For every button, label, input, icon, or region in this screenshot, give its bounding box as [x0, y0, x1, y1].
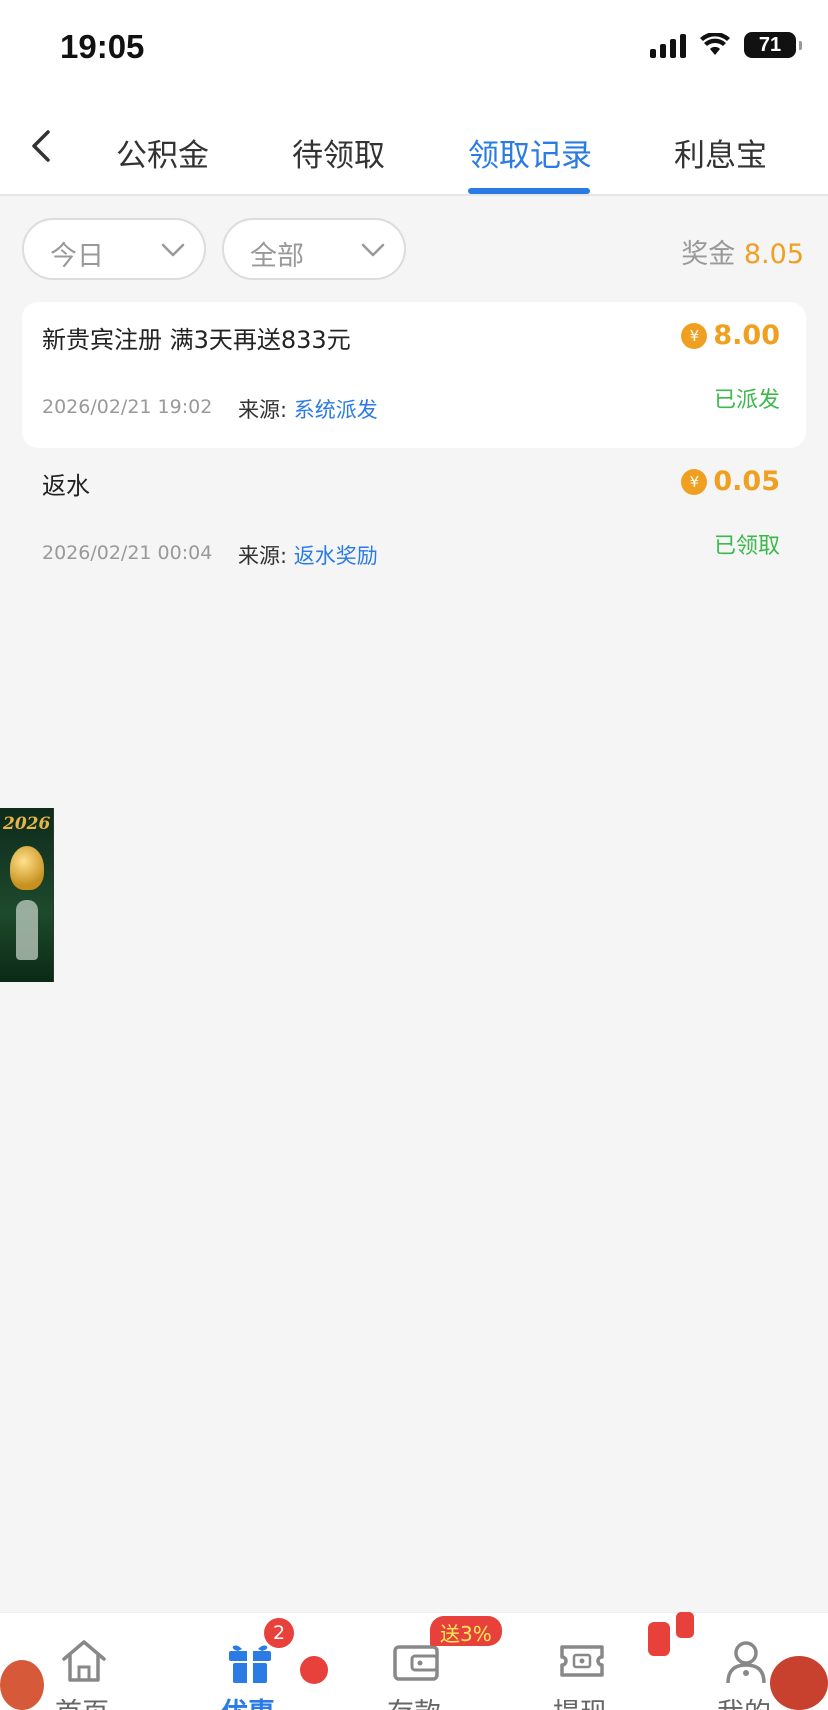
bottom-navigation: 首页 优惠 存款 提现 我的	[0, 1612, 828, 1710]
type-filter-dropdown[interactable]: 全部	[222, 218, 406, 280]
battery-icon: 71	[744, 32, 802, 58]
wifi-icon	[700, 33, 730, 55]
record-amount: ¥ 8.00	[681, 320, 780, 351]
nav-label: 优惠	[188, 1691, 308, 1710]
record-source: 来源: 返水奖励	[238, 540, 378, 570]
player-figure	[16, 900, 38, 960]
type-filter-value: 全部	[250, 241, 304, 272]
source-link[interactable]: 系统派发	[294, 398, 378, 422]
status-badge: 已领取	[713, 534, 780, 559]
coin-icon: ¥	[681, 322, 708, 349]
record-time: 2026/02/21 19:02	[42, 396, 213, 418]
lantern-decoration	[300, 1656, 328, 1684]
status-time: 19:05	[60, 28, 145, 65]
source-link[interactable]: 返水奖励	[294, 544, 378, 568]
chevron-down-icon	[361, 243, 385, 257]
tab-interest-treasure[interactable]: 利息宝	[674, 130, 767, 175]
nav-label: 提现	[520, 1691, 640, 1710]
status-badge: 已派发	[713, 388, 780, 413]
bonus-total: 奖金 8.05	[681, 232, 804, 271]
record-tabs: 公积金 待领取 领取记录 利息宝	[0, 100, 828, 196]
coin-icon: ¥	[681, 468, 708, 495]
record-time: 2026/02/21 00:04	[42, 542, 213, 564]
withdraw-icon	[560, 1645, 604, 1677]
record-item: 新贵宾注册 满3天再送833元 ¥ 8.00 2026/02/21 19:02 …	[22, 302, 806, 448]
bonus-value: 8.05	[743, 239, 804, 270]
date-filter-dropdown[interactable]: 今日	[22, 218, 206, 280]
tab-pending-claim[interactable]: 待领取	[292, 130, 385, 175]
record-item: 返水 ¥ 0.05 2026/02/21 00:04 来源: 返水奖励 已领取	[22, 448, 806, 594]
user-icon	[726, 1641, 766, 1684]
nav-withdraw[interactable]: 提现	[520, 1613, 640, 1710]
mascot-decoration	[770, 1656, 828, 1710]
record-title: 新贵宾注册 满3天再送833元	[42, 326, 351, 354]
back-icon[interactable]	[26, 126, 62, 166]
status-indicators: 71	[650, 32, 802, 58]
red-envelope-decoration	[648, 1622, 670, 1656]
date-filter-value: 今日	[50, 241, 104, 272]
source-label: 来源:	[238, 544, 288, 568]
active-tab-indicator	[468, 188, 590, 194]
record-title: 返水	[42, 472, 90, 500]
floating-promo-banner[interactable]: 2026	[0, 808, 54, 982]
deposit-promo-badge: 送3%	[430, 1616, 502, 1646]
nav-label: 存款	[354, 1691, 474, 1710]
amount-value: 0.05	[713, 466, 780, 497]
status-bar: 19:05 71	[0, 0, 828, 100]
record-amount: ¥ 0.05	[681, 466, 780, 497]
chevron-down-icon	[161, 243, 185, 257]
amount-value: 8.00	[713, 320, 780, 351]
bonus-label: 奖金	[681, 239, 736, 270]
tab-claim-records[interactable]: 领取记录	[468, 130, 592, 175]
tab-provident-fund[interactable]: 公积金	[116, 130, 209, 175]
mascot-decoration	[0, 1660, 44, 1710]
trophy-icon	[10, 846, 44, 890]
home-icon	[62, 1640, 106, 1682]
banner-year: 2026	[3, 814, 51, 834]
promotions-count-badge: 2	[264, 1618, 294, 1648]
record-source: 来源: 系统派发	[238, 394, 378, 424]
cellular-signal-icon	[650, 32, 686, 58]
source-label: 来源:	[238, 398, 288, 422]
red-envelope-decoration	[676, 1612, 694, 1638]
